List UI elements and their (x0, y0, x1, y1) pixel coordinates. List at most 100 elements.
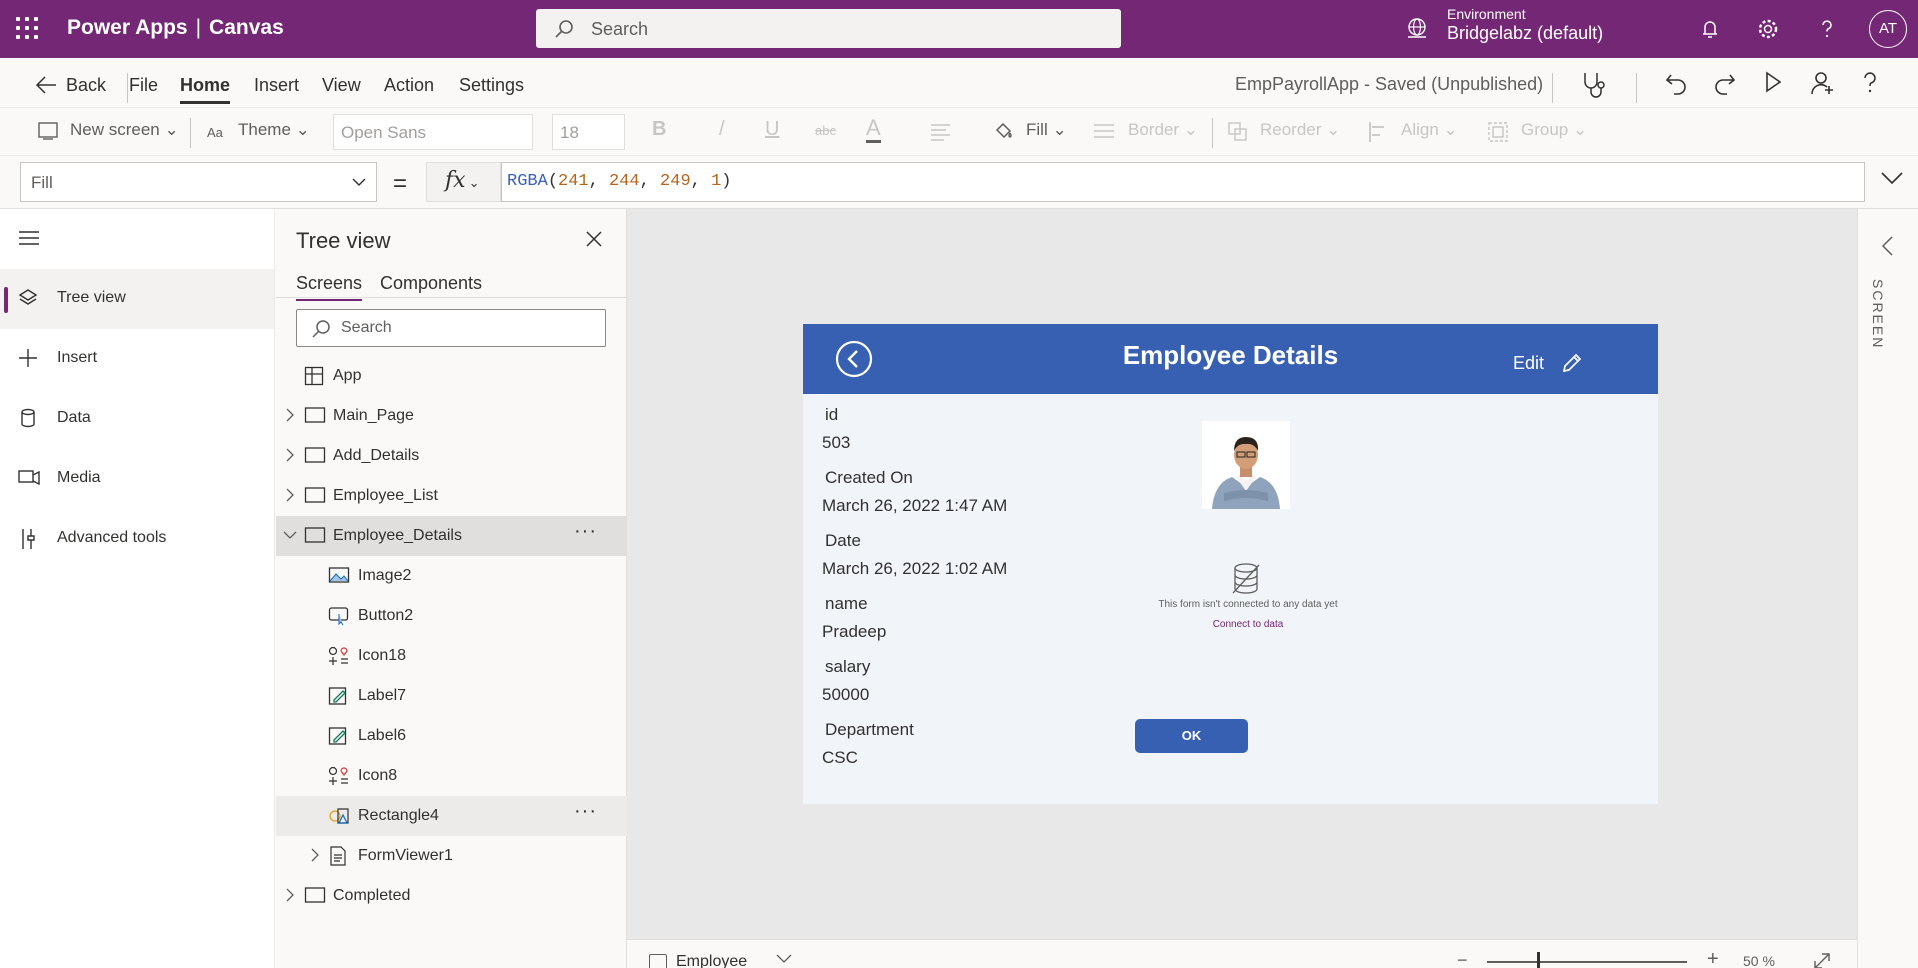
pencil-icon[interactable] (1561, 352, 1583, 374)
fx-button[interactable]: fx ⌄ (426, 162, 501, 202)
font-select[interactable]: Open Sans (333, 114, 533, 150)
chevron-right-icon[interactable] (310, 848, 320, 862)
field-label-name: name (825, 594, 868, 613)
app-launcher-icon[interactable] (16, 17, 38, 39)
chevron-down-icon[interactable] (283, 530, 297, 540)
chevron-right-icon[interactable] (285, 408, 295, 422)
screen-header-rectangle[interactable]: Employee Details Edit (803, 324, 1658, 394)
tab-screens[interactable]: Screens (296, 273, 363, 301)
nav-insert[interactable]: Insert (0, 329, 274, 389)
formula-input[interactable]: RGBA(241, 244, 249, 1) (501, 162, 1865, 202)
menu-settings[interactable]: Settings (459, 75, 524, 96)
property-select[interactable]: Fill (20, 162, 377, 202)
employee-photo[interactable] (1202, 421, 1290, 509)
nav-advanced-tools[interactable]: Advanced tools (0, 509, 274, 569)
more-options-icon[interactable]: ··· (574, 800, 597, 823)
tree-node-image2[interactable]: Image2 (276, 556, 627, 596)
gear-icon[interactable] (1755, 16, 1781, 42)
text-align-icon[interactable] (930, 123, 958, 141)
chevron-right-icon[interactable] (285, 448, 295, 462)
share-user-icon[interactable] (1810, 70, 1836, 96)
zoom-slider[interactable] (1487, 961, 1687, 963)
image-icon (328, 567, 350, 583)
play-icon[interactable] (1763, 71, 1783, 93)
group-button[interactable]: Group ⌄ (1521, 120, 1587, 140)
strikethrough-button[interactable]: abc (815, 123, 836, 138)
tree-node-completed[interactable]: Completed (276, 876, 627, 916)
zoom-out-button[interactable]: − (1457, 950, 1468, 968)
divider (1212, 118, 1213, 148)
expand-formula-icon[interactable] (1880, 170, 1904, 186)
stethoscope-icon[interactable] (1580, 70, 1608, 100)
zoom-level[interactable]: 50 % (1743, 953, 1775, 968)
chevron-right-icon[interactable] (285, 488, 295, 502)
zoom-slider-thumb[interactable] (1537, 952, 1540, 968)
tree-node-app[interactable]: App (276, 356, 627, 396)
tree-node-label6[interactable]: Label6 (276, 716, 627, 756)
nav-data[interactable]: Data (0, 389, 274, 449)
chevron-right-icon[interactable] (285, 888, 295, 902)
tree-node-add-details[interactable]: Add_Details (276, 436, 627, 476)
font-color-button[interactable]: A (866, 116, 881, 143)
global-search-input[interactable]: Search (536, 9, 1121, 48)
italic-button[interactable]: / (719, 118, 725, 141)
menu-insert[interactable]: Insert (254, 75, 299, 96)
menu-view[interactable]: View (322, 75, 361, 96)
app-name[interactable]: Power Apps (67, 16, 188, 39)
environment-icon[interactable] (1405, 16, 1429, 40)
border-button[interactable]: Border ⌄ (1128, 120, 1198, 140)
bell-icon[interactable] (1697, 16, 1723, 42)
tree-node-label: Image2 (358, 567, 412, 584)
screen-selector[interactable]: Employee (676, 953, 747, 968)
back-button[interactable]: Back (66, 75, 106, 96)
avatar[interactable]: AT (1869, 10, 1907, 48)
tree-node-icon8[interactable]: Icon8 (276, 756, 627, 796)
nav-media[interactable]: Media (0, 449, 274, 509)
brand: Power Apps | Canvas (67, 16, 284, 40)
menu-home[interactable]: Home (180, 75, 231, 104)
screen-selector-checkbox[interactable] (649, 954, 667, 968)
font-size-select[interactable]: 18 (552, 114, 625, 150)
design-canvas[interactable]: Employee Details Edit id 503 Created On … (627, 209, 1857, 939)
screen-panel-label[interactable]: SCREEN (1870, 279, 1886, 349)
tree-search-input[interactable]: Search (296, 309, 606, 347)
tree-node-formviewer1[interactable]: FormViewer1 (276, 836, 627, 876)
tree-node-button2[interactable]: Button2 (276, 596, 627, 636)
new-screen-button[interactable]: New screen ⌄ (70, 120, 179, 140)
fit-to-window-icon[interactable] (1813, 952, 1831, 968)
reorder-button[interactable]: Reorder ⌄ (1260, 120, 1340, 140)
tab-components[interactable]: Components (380, 273, 482, 294)
theme-button[interactable]: Theme ⌄ (238, 120, 310, 140)
more-options-icon[interactable]: ··· (574, 520, 597, 543)
tree-node-icon18[interactable]: Icon18 (276, 636, 627, 676)
close-icon[interactable] (585, 230, 603, 248)
back-arrow-icon[interactable] (35, 75, 57, 95)
help-icon[interactable] (1860, 71, 1880, 95)
zoom-in-button[interactable]: + (1707, 948, 1719, 968)
nav-media-label: Media (57, 469, 101, 486)
environment-name[interactable]: Bridgelabz (default) (1447, 23, 1603, 44)
menu-file[interactable]: File (129, 75, 158, 96)
fill-button[interactable]: Fill ⌄ (1026, 120, 1067, 140)
employee-details-screen[interactable]: Employee Details Edit id 503 Created On … (803, 324, 1658, 804)
help-icon[interactable] (1814, 16, 1840, 42)
align-button[interactable]: Align ⌄ (1401, 120, 1458, 140)
tree-node-label7[interactable]: Label7 (276, 676, 627, 716)
chevron-left-icon[interactable] (1880, 235, 1894, 257)
hamburger-icon[interactable] (18, 229, 40, 247)
tree-node-main-page[interactable]: Main_Page (276, 396, 627, 436)
tree-node-label: App (333, 367, 362, 384)
connect-to-data-link[interactable]: Connect to data (1103, 619, 1393, 630)
chevron-down-icon[interactable] (776, 954, 792, 964)
tree-node-employee-list[interactable]: Employee_List (276, 476, 627, 516)
redo-icon[interactable] (1714, 71, 1736, 95)
undo-icon[interactable] (1665, 71, 1687, 95)
underline-button[interactable]: U (765, 118, 779, 141)
tree-node-employee-details[interactable]: Employee_Details ··· (276, 516, 627, 556)
ok-button[interactable]: OK (1135, 719, 1248, 753)
nav-tree-view[interactable]: Tree view (0, 269, 274, 329)
tree-node-rectangle4[interactable]: Rectangle4 ··· (276, 796, 627, 836)
edit-label[interactable]: Edit (1513, 353, 1544, 374)
menu-action[interactable]: Action (384, 75, 434, 96)
bold-button[interactable]: B (652, 118, 666, 141)
